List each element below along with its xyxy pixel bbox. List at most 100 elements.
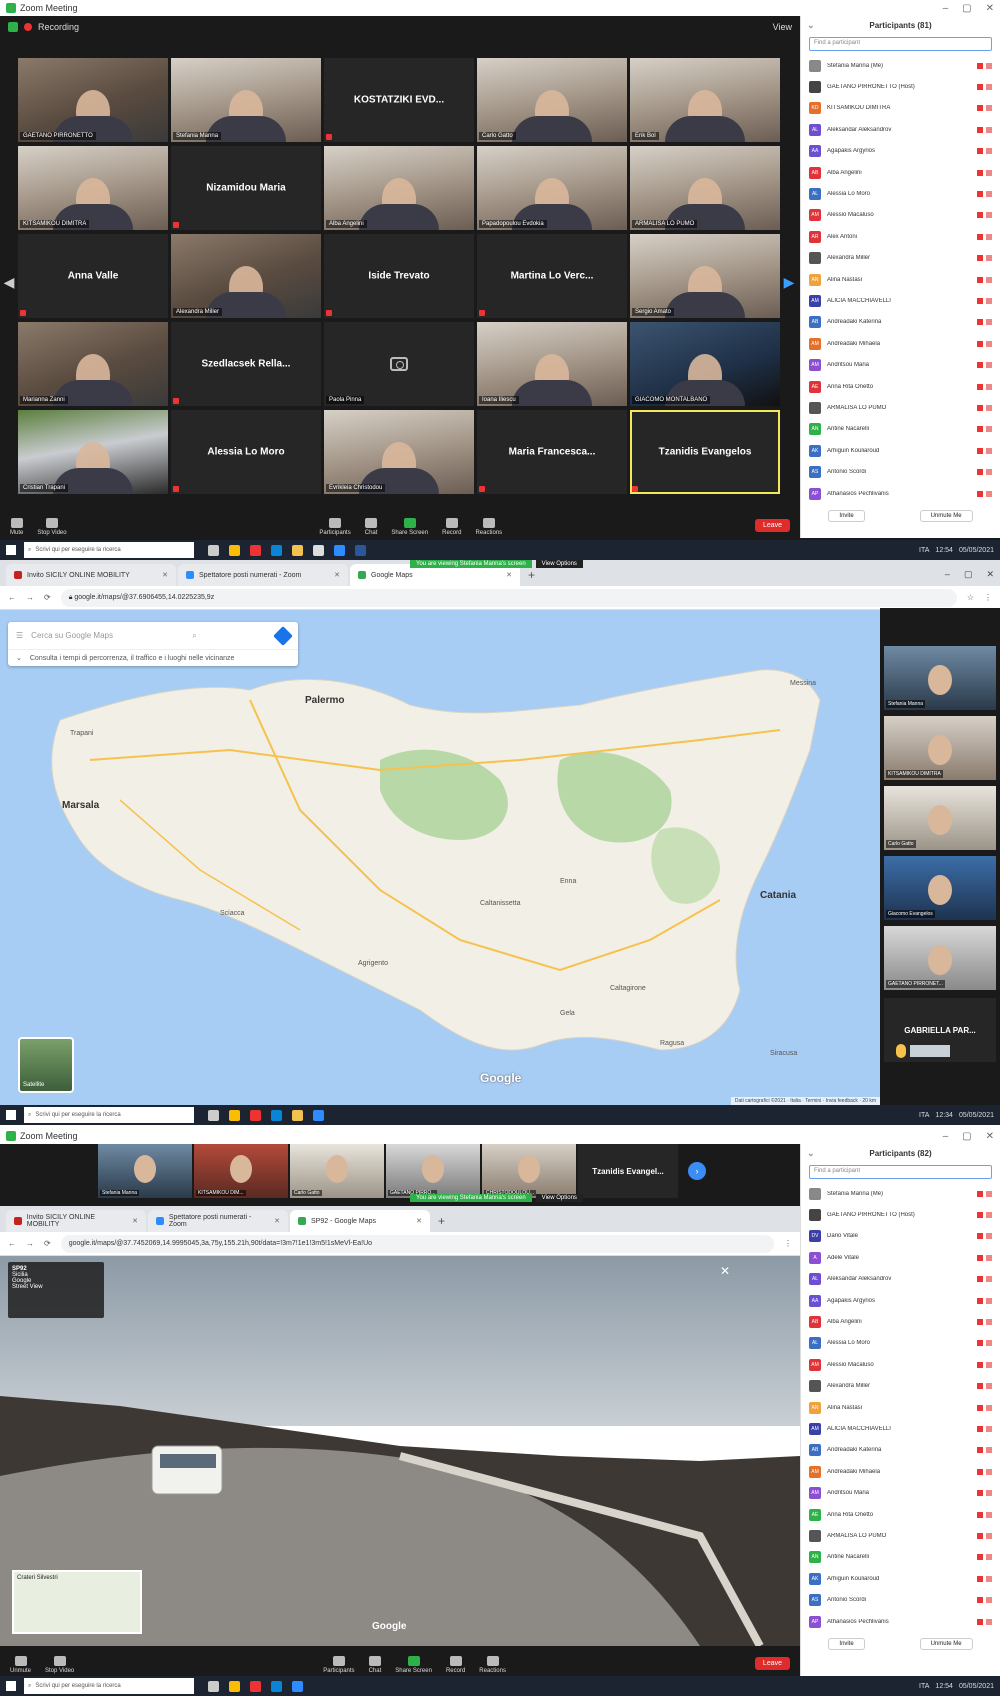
invite-button[interactable]: Invite [828, 1638, 865, 1651]
minimize-icon[interactable]: – [945, 569, 950, 580]
taskbar-search[interactable]: ⌕ Scrivi qui per eseguire la ricerca [24, 1107, 194, 1123]
reload-icon[interactable]: ⟳ [44, 593, 51, 602]
close-street-view-icon[interactable]: ✕ [720, 1264, 730, 1278]
maps-search-input[interactable]: Cerca su Google Maps [31, 631, 113, 640]
prev-page-icon[interactable]: ◀ [2, 262, 16, 302]
unmute-button[interactable]: Unmute [10, 1656, 31, 1674]
windows-start-icon[interactable] [6, 1681, 16, 1691]
bookmark-star-icon[interactable]: ☆ [967, 593, 974, 602]
file-explorer-icon[interactable] [292, 544, 303, 556]
chrome-icon[interactable] [229, 1109, 240, 1121]
participant-row[interactable]: AM Alessio Macaluso [801, 1354, 1000, 1375]
store-icon[interactable] [313, 544, 324, 556]
leave-button[interactable]: Leave [754, 519, 791, 532]
next-page-icon[interactable]: ▶ [782, 262, 796, 302]
participant-row[interactable]: AL Aleksandar Aleksandrov [801, 1269, 1000, 1290]
security-icon[interactable] [8, 22, 18, 32]
chat-button[interactable]: Chat [369, 1656, 381, 1674]
video-tile[interactable]: KITSAMIKOU DIMITRA [18, 146, 168, 230]
participant-row[interactable]: A Adele Vitale [801, 1247, 1000, 1268]
tab-invito[interactable]: Invito SICILY ONLINE MOBILITY ✕ [6, 564, 176, 586]
participant-row[interactable]: AA Agapakis Argyrios [801, 1290, 1000, 1311]
participant-row[interactable]: AA Agapakis Argyrios [801, 141, 1000, 162]
back-icon[interactable]: ← [8, 593, 16, 602]
street-view-thumbnails[interactable] [910, 1045, 950, 1057]
video-tile[interactable]: KOSTATZIKI EVD... [324, 58, 474, 142]
tab-close-icon[interactable]: ✕ [506, 571, 512, 579]
participant-row[interactable]: AL Aleksandar Aleksandrov [801, 119, 1000, 140]
video-tile[interactable]: ARMALISA LO PUMO [630, 146, 780, 230]
participant-row[interactable]: AB Alba Angelini [801, 162, 1000, 183]
participant-row[interactable]: AN Alina Nastasi [801, 269, 1000, 290]
participant-row[interactable]: AB Andreadaki Katerina [801, 312, 1000, 333]
participant-row[interactable]: DV Dario Vitale [801, 1226, 1000, 1247]
video-tile[interactable]: Marianna Zanni [18, 322, 168, 406]
minimap[interactable]: Crateri Silvestri [12, 1570, 142, 1634]
stop-video-button[interactable]: Stop Video [37, 518, 67, 536]
chevron-down-icon[interactable]: ⌄ [16, 654, 22, 662]
maximize-icon[interactable]: ▢ [962, 3, 971, 14]
participant-row[interactable]: AL Alessia Lo Moro [801, 1333, 1000, 1354]
tab-close-icon[interactable]: ✕ [132, 1217, 138, 1225]
chrome-icon[interactable] [229, 1680, 240, 1692]
back-icon[interactable]: ← [8, 1239, 16, 1248]
close-icon[interactable]: ✕ [986, 569, 994, 580]
participant-row[interactable]: AK Arhiguin Kouliaroud [801, 440, 1000, 461]
view-options-button[interactable]: View Options [535, 560, 583, 568]
participant-row[interactable]: AE Anna Rita Onetto [801, 1504, 1000, 1525]
participant-search-input[interactable]: Find a participant [809, 1165, 992, 1179]
participant-row[interactable]: AM Alessio Macaluso [801, 205, 1000, 226]
participant-row[interactable]: AL Alessia Lo Moro [801, 183, 1000, 204]
reactions-button[interactable]: Reactions [475, 518, 502, 536]
participant-row[interactable]: Alexandra Miller [801, 248, 1000, 269]
record-app-icon[interactable] [250, 1680, 261, 1692]
windows-start-icon[interactable] [6, 545, 16, 555]
edge-icon[interactable] [271, 544, 282, 556]
video-tile[interactable]: Maria Francesca... [477, 410, 627, 494]
participant-row[interactable]: KD KITSAMIKOU DIMITRA [801, 98, 1000, 119]
video-tile[interactable]: Papadopoulou Evdokia [477, 146, 627, 230]
video-tile[interactable]: Evrikleia Christodou [324, 410, 474, 494]
video-tile[interactable]: Iside Trevato [324, 234, 474, 318]
participant-row[interactable]: AM Andreadaki Mihaela [801, 1461, 1000, 1482]
participants-button[interactable]: Participants [319, 518, 351, 536]
leave-button[interactable]: Leave [754, 1657, 790, 1670]
video-tile[interactable]: Cristian Trapani [18, 410, 168, 494]
task-view-icon[interactable] [208, 1680, 219, 1692]
view-options-button[interactable]: View Options [535, 1194, 583, 1202]
participants-button[interactable]: Participants [323, 1656, 355, 1674]
close-icon[interactable]: ✕ [986, 3, 994, 14]
menu-dots-icon[interactable]: ⋮ [784, 1239, 792, 1248]
satellite-layer-toggle[interactable]: Satellite [18, 1037, 74, 1093]
participant-row[interactable]: AN Antine Nacarelli [801, 419, 1000, 440]
participant-search-input[interactable]: Find a participant [809, 37, 992, 51]
chrome-icon[interactable] [229, 544, 240, 556]
minimize-icon[interactable]: – [943, 3, 949, 14]
participant-row[interactable]: AB Alba Angelini [801, 1311, 1000, 1332]
zoom-app-icon[interactable] [334, 544, 345, 556]
participant-row[interactable]: AM ALICIA MACCHIAVELLI [801, 290, 1000, 311]
taskbar-search[interactable]: ⌕ Scrivi qui per eseguire la ricerca [24, 542, 194, 558]
maximize-icon[interactable]: ▢ [964, 569, 973, 580]
video-tile[interactable]: GAETANO PIRRONETTO [18, 58, 168, 142]
participant-row[interactable]: AE Anna Rita Onetto [801, 376, 1000, 397]
participant-row[interactable]: GAETANO PIRRONETTO (Host) [801, 1204, 1000, 1225]
video-tile[interactable]: Stefania Manna [171, 58, 321, 142]
unmute-me-button[interactable]: Unmute Me [919, 510, 973, 523]
url-field[interactable]: google.it/maps/@37.7452069,14.9995045,3a… [60, 1234, 774, 1253]
participant-row[interactable]: AM Andritsou Maria [801, 354, 1000, 375]
pegman-icon[interactable] [896, 1044, 906, 1058]
maximize-icon[interactable]: ▢ [962, 1131, 971, 1142]
edge-icon[interactable] [271, 1680, 282, 1692]
task-view-icon[interactable] [208, 1109, 219, 1121]
participant-row[interactable]: AP Athanasios Pechlivanis [801, 1611, 1000, 1632]
participant-row[interactable]: AB Andreadaki Katerina [801, 1440, 1000, 1461]
video-tile[interactable]: Alba Angelini [324, 146, 474, 230]
edge-icon[interactable] [271, 1109, 282, 1121]
participant-row[interactable]: Stefania Manna (Me) [801, 1183, 1000, 1204]
participant-row[interactable]: AS Antonio Scordi [801, 1589, 1000, 1610]
video-tile[interactable]: GIACOMO MONTALBANO [630, 322, 780, 406]
record-app-icon[interactable] [250, 544, 261, 556]
close-icon[interactable]: ✕ [986, 1131, 994, 1142]
map-canvas[interactable]: ☰ Cerca su Google Maps ⌕ ⌄ Consulta i tempi… [0, 610, 880, 1105]
